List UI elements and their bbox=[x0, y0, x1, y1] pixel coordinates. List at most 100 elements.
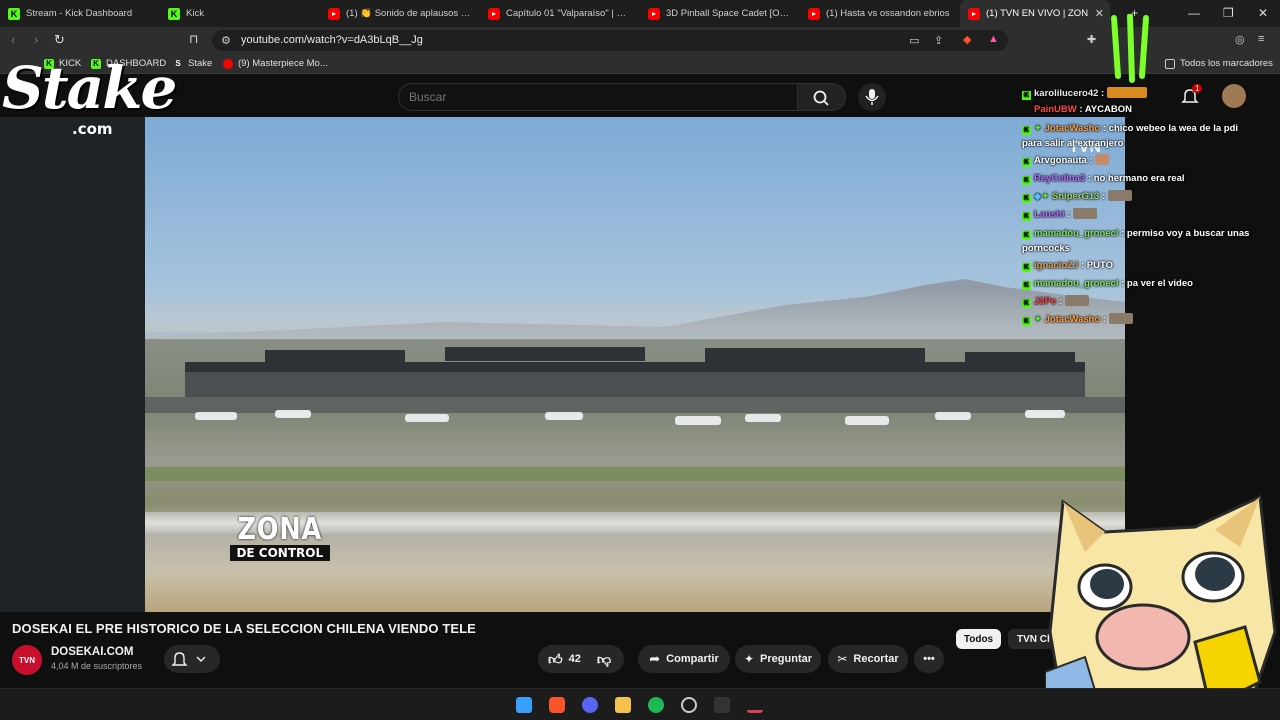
chat-message: K ✦ JotacWasho : bbox=[1022, 312, 1252, 327]
voice-search-button[interactable] bbox=[858, 83, 886, 111]
scissors-icon: ✂ bbox=[837, 652, 848, 666]
chat-message: K ✦ JotacWasho : chico webeo la wea de la… bbox=[1022, 123, 1239, 149]
browser-tab-active[interactable]: (1) TVN EN VIVO | ZON ✕ bbox=[960, 0, 1110, 27]
app-icon[interactable] bbox=[714, 697, 730, 713]
extensions-icon[interactable]: ✚ bbox=[1087, 33, 1096, 46]
ask-button[interactable]: ✦ Preguntar bbox=[735, 645, 821, 673]
youtube-icon bbox=[328, 7, 340, 20]
clip-button[interactable]: ✂ Recortar bbox=[828, 645, 908, 673]
share-icon[interactable]: ⇪ bbox=[934, 34, 943, 47]
reload-icon[interactable]: ↻ bbox=[54, 32, 65, 48]
tab-label: 3D Pinball Space Cadet [Origin bbox=[666, 8, 792, 19]
more-actions-button[interactable]: ••• bbox=[914, 645, 944, 673]
youtube-icon bbox=[808, 7, 820, 20]
brave-browser-icon[interactable] bbox=[549, 697, 565, 713]
bookmark-label: Stake bbox=[188, 58, 213, 69]
tab-label: (1) Hasta vs ossandon ebrios bbox=[826, 8, 950, 19]
discord-icon[interactable] bbox=[582, 697, 598, 713]
chat-message: KignacioZJ : PUTO bbox=[1022, 260, 1114, 272]
video-grass bbox=[145, 467, 1125, 481]
tab-label: Stream - Kick Dashboard bbox=[26, 8, 133, 19]
chat-message: K ReyCelina3 : no hermano era real bbox=[1022, 173, 1185, 185]
youtube-icon bbox=[488, 7, 500, 20]
chat-message: PainUBW : AYCABON bbox=[1034, 104, 1133, 115]
url-field[interactable]: ⚙ youtube.com/watch?v=dA3bLqB__Jg ▭ ⇪ ◆ … bbox=[212, 30, 1008, 51]
bookmark-label: (9) Masterpiece Mo... bbox=[238, 58, 328, 69]
back-icon[interactable]: ‹ bbox=[11, 32, 15, 47]
obs-icon[interactable] bbox=[681, 697, 697, 713]
thumbs-up-icon: 👍︎ bbox=[548, 650, 563, 667]
browser-tab[interactable]: (1) 👏 Sonido de aplausos y gr bbox=[320, 0, 480, 27]
left-pane bbox=[0, 117, 145, 612]
browser-tab[interactable]: K Stream - Kick Dashboard bbox=[0, 0, 160, 27]
browser-tab[interactable]: Capítulo 01 "Valparaíso" | Chile bbox=[480, 0, 640, 27]
chat-message: Kkarolilucero42 : bbox=[1022, 86, 1252, 101]
browser-tab-bar: K Stream - Kick Dashboard K Kick (1) 👏 Son… bbox=[0, 0, 1280, 27]
youtube-icon bbox=[648, 7, 660, 20]
tab-label: (1) 👏 Sonido de aplausos y gr bbox=[346, 8, 472, 19]
app-icon[interactable] bbox=[747, 697, 763, 713]
forward-icon[interactable]: › bbox=[34, 32, 38, 47]
browser-tab[interactable]: K Kick bbox=[160, 0, 320, 27]
kick-icon: K bbox=[8, 7, 20, 20]
kick-icon: K bbox=[168, 7, 180, 20]
bookmark-icon[interactable]: ⊓ bbox=[189, 32, 198, 46]
url-text: youtube.com/watch?v=dA3bLqB__Jg bbox=[241, 34, 423, 46]
monster-energy-logo bbox=[1111, 14, 1149, 83]
video-haze bbox=[145, 287, 1125, 347]
chip-all[interactable]: Todos bbox=[956, 629, 1001, 649]
windows-taskbar bbox=[0, 688, 1280, 720]
browser-tab[interactable]: (1) Hasta vs ossandon ebrios bbox=[800, 0, 960, 27]
stake-logo: Stake .com bbox=[2, 54, 177, 138]
brave-rewards-icon[interactable]: ▲ bbox=[988, 33, 999, 45]
search-button[interactable] bbox=[798, 83, 846, 111]
bookmark-stake[interactable]: S Stake bbox=[173, 58, 212, 69]
search-input[interactable] bbox=[409, 90, 789, 104]
like-count: 42 bbox=[568, 653, 581, 665]
bookmark-masterpiece[interactable]: (9) Masterpiece Mo... bbox=[223, 58, 328, 69]
chat-message: K Arvgonauta : bbox=[1022, 153, 1252, 168]
youtube-icon bbox=[223, 58, 233, 69]
browser-tab[interactable]: 3D Pinball Space Cadet [Origin bbox=[640, 0, 800, 27]
close-tab-icon[interactable]: ✕ bbox=[1095, 7, 1104, 20]
all-bookmarks[interactable]: Todos los marcadores bbox=[1165, 58, 1273, 69]
site-settings-icon[interactable]: ⚙ bbox=[221, 34, 231, 47]
search-box[interactable] bbox=[398, 83, 798, 111]
more-horizontal-icon: ••• bbox=[923, 653, 935, 665]
share-button[interactable]: ➦ Compartir bbox=[638, 645, 730, 673]
share-arrow-icon: ➦ bbox=[649, 651, 661, 666]
search-icon bbox=[813, 90, 829, 106]
subscriber-count: 4,04 M de suscriptores bbox=[51, 661, 143, 671]
channel-name[interactable]: DOSEKAI.COM bbox=[51, 646, 133, 658]
windows-start-icon[interactable] bbox=[516, 697, 532, 713]
tab-label: Kick bbox=[186, 8, 204, 19]
sparkle-icon: ✦ bbox=[743, 652, 755, 666]
channel-avatar[interactable]: TVN bbox=[12, 645, 42, 675]
chat-message: K J3Pe : bbox=[1022, 294, 1252, 309]
airport-terminal-graphic bbox=[145, 342, 1125, 432]
file-explorer-icon[interactable] bbox=[615, 697, 631, 713]
chat-message: Kmamadou_gronecl : pa ver el video bbox=[1022, 278, 1193, 290]
microphone-icon bbox=[865, 89, 879, 105]
cast-icon[interactable]: ▭ bbox=[909, 34, 919, 47]
spotify-icon[interactable] bbox=[648, 697, 664, 713]
bookmark-label: Todos los marcadores bbox=[1180, 58, 1273, 69]
cat-mascot-overlay bbox=[1045, 494, 1277, 720]
chat-message: K Lanshi : bbox=[1022, 207, 1252, 222]
zona-de-control-logo: ZONA DE CONTROL bbox=[230, 515, 330, 561]
brave-shield-icon[interactable]: ◆ bbox=[963, 33, 971, 46]
video-title: DOSEKAI EL PRE HISTORICO DE LA SELECCION… bbox=[12, 621, 476, 636]
video-player[interactable]: ZONA DE CONTROL TVN bbox=[145, 117, 1125, 612]
chat-message: Kmamadou_gronecl : permiso voy a buscar … bbox=[1022, 228, 1250, 254]
minimize-icon[interactable]: — bbox=[1188, 6, 1200, 20]
tab-label: (1) TVN EN VIVO | ZON bbox=[986, 8, 1089, 19]
bell-icon bbox=[171, 652, 188, 666]
like-button[interactable]: 👍︎ 42 👎︎ bbox=[538, 645, 624, 673]
vpn-icon[interactable]: ◎ bbox=[1235, 33, 1245, 46]
bookmarks-bar: K KICK K DASHBOARD S Stake (9) Masterpiece … bbox=[0, 54, 1280, 74]
menu-icon[interactable]: ≡ bbox=[1258, 33, 1264, 45]
youtube-icon bbox=[968, 7, 980, 20]
subscribe-bell-button[interactable] bbox=[164, 645, 220, 673]
restore-icon[interactable]: ❐ bbox=[1223, 6, 1234, 20]
close-window-icon[interactable]: ✕ bbox=[1258, 6, 1268, 20]
